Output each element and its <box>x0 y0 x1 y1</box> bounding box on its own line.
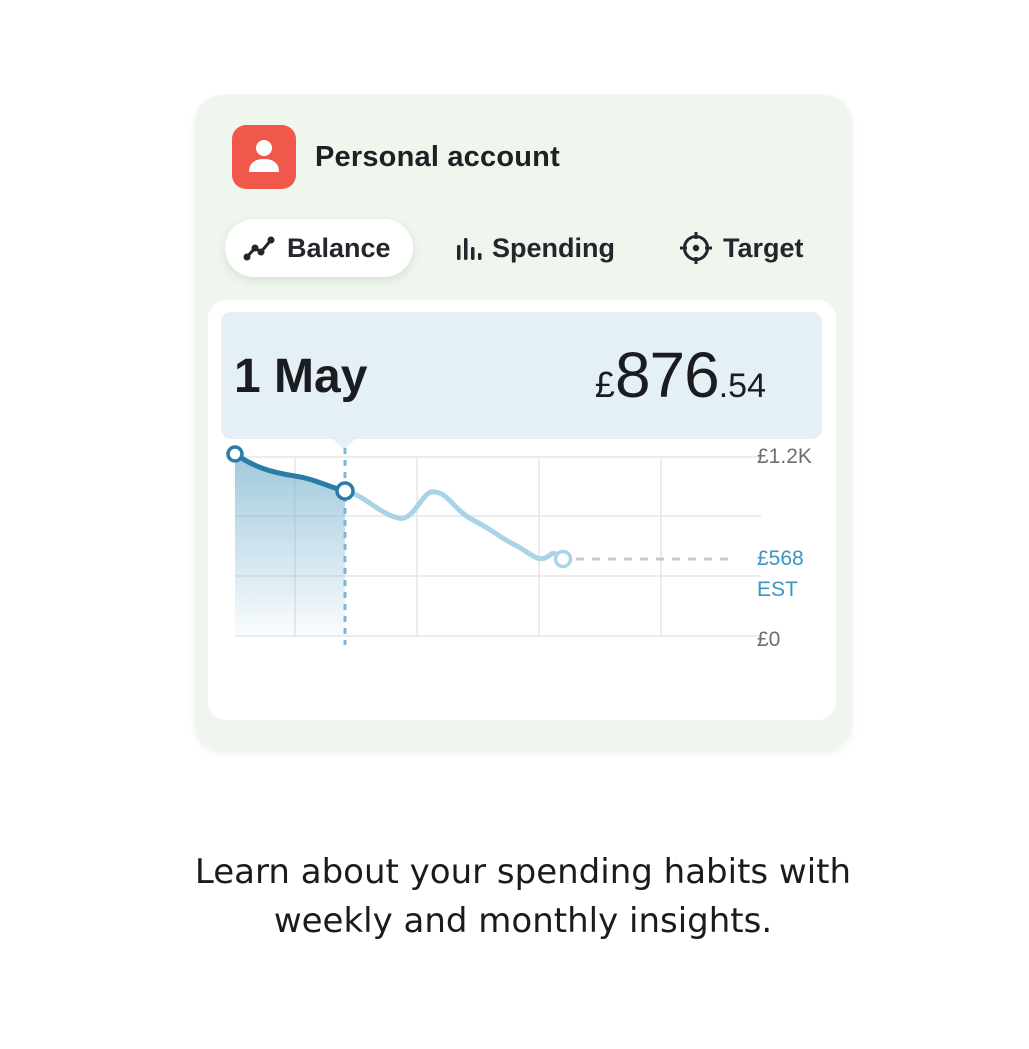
tab-target[interactable]: Target <box>679 219 804 277</box>
target-icon <box>680 232 712 264</box>
tab-balance-label: Balance <box>287 232 391 263</box>
account-header: Personal account <box>232 125 560 189</box>
account-card: Personal account Balance Spending Target… <box>195 95 852 752</box>
projected-balance-line <box>342 488 565 562</box>
balance-panel: 1 May £ 876 .54 £1.2K £568 EST £0 <box>208 300 836 720</box>
today-point[interactable] <box>335 481 355 501</box>
line-chart-icon <box>243 236 275 261</box>
tab-spending[interactable]: Spending <box>454 219 615 277</box>
balance-chart[interactable]: £1.2K £568 EST £0 <box>208 300 836 720</box>
start-point[interactable] <box>226 445 244 463</box>
estimate-point[interactable] <box>553 549 573 569</box>
past-area-fill <box>235 454 345 636</box>
caption-line-1: Learn about your spending habits with <box>194 852 852 892</box>
caption: Learn about your spending habits with we… <box>0 848 1029 946</box>
bar-chart-icon <box>457 238 482 260</box>
tab-spending-label: Spending <box>492 232 615 263</box>
y-tick-label: £0 <box>757 628 780 651</box>
y-tick-label: £1.2K <box>757 445 812 468</box>
tab-target-label: Target <box>723 232 804 263</box>
account-title: Personal account <box>315 140 560 173</box>
person-icon <box>232 125 296 189</box>
estimate-value-label: £568 <box>757 547 804 570</box>
view-tabs: Balance Spending Target <box>225 219 825 277</box>
tab-balance[interactable]: Balance <box>225 219 413 277</box>
caption-line-2: weekly and monthly insights. <box>273 901 773 941</box>
estimate-suffix-label: EST <box>757 578 798 601</box>
